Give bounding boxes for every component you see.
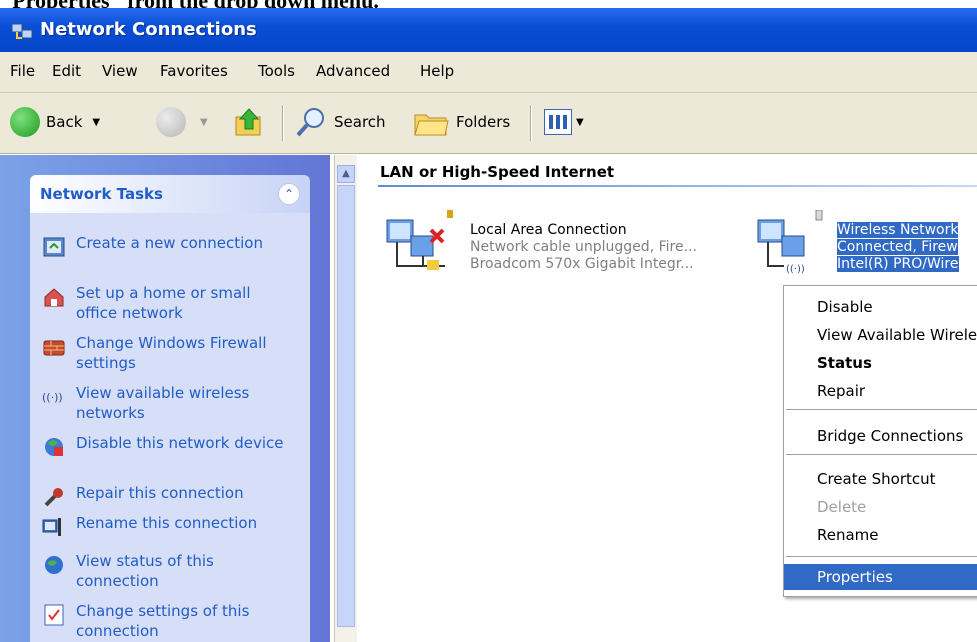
menu-item-disable[interactable]: Disable	[784, 294, 977, 320]
menu-item-delete: Delete	[817, 498, 867, 516]
collapse-chevron-icon[interactable]: ⌃	[278, 183, 300, 205]
task-setup-home-network[interactable]: Set up a home or small office network	[42, 283, 286, 323]
repair-icon	[44, 488, 63, 507]
menu-item-repair[interactable]: Repair	[784, 378, 977, 404]
menu-item-status[interactable]: Status	[784, 350, 977, 376]
task-view-status[interactable]: View status of this connection	[42, 551, 286, 591]
svg-text:((·)): ((·))	[42, 391, 63, 404]
new-connection-icon	[43, 237, 65, 257]
menu-item-view-available-wireless[interactable]: View Available Wirele	[784, 322, 977, 348]
menu-bar: File Edit View Favorites Tools Advanced …	[0, 52, 977, 93]
menu-edit[interactable]: Edit	[52, 62, 81, 80]
svg-text:((·)): ((·))	[786, 264, 805, 275]
up-folder-icon	[235, 108, 261, 136]
task-repair-connection[interactable]: Repair this connection	[42, 483, 286, 509]
task-change-settings[interactable]: Change settings of this connection	[42, 601, 286, 641]
disable-device-icon	[45, 438, 63, 456]
folders-button[interactable]: Folders	[412, 105, 510, 139]
context-menu: Disable View Available Wirele Status Rep…	[783, 285, 977, 597]
views-button[interactable]: ▼	[544, 105, 584, 139]
wireless-icon: ((·))	[42, 391, 63, 404]
views-dropdown-icon[interactable]: ▼	[576, 117, 584, 128]
network-tasks-header[interactable]: Network Tasks ⌃	[30, 175, 310, 213]
menu-tools[interactable]: Tools	[258, 62, 295, 80]
menu-item-create-shortcut[interactable]: Create Shortcut	[784, 466, 977, 492]
back-dropdown-icon[interactable]: ▼	[92, 117, 100, 128]
network-connections-icon	[11, 23, 33, 39]
left-task-pane: Network Tasks ⌃ Create a new connection …	[0, 155, 330, 642]
firewall-icon	[43, 340, 65, 356]
title-bar: Network Connections	[0, 8, 977, 52]
up-folder-button[interactable]	[232, 105, 266, 139]
back-button[interactable]: Back ▼	[10, 105, 100, 139]
search-button[interactable]: Search	[294, 105, 386, 139]
toolbar: Back ▼ ▼ Search Folders ▼	[0, 93, 977, 154]
menu-item-properties[interactable]: Properties	[784, 564, 977, 590]
task-change-firewall[interactable]: Change Windows Firewall settings	[42, 333, 286, 373]
scroll-thumb[interactable]	[337, 185, 355, 627]
network-tasks-title: Network Tasks	[40, 185, 163, 203]
status-icon	[45, 556, 63, 574]
menu-file[interactable]: File	[10, 62, 35, 80]
menu-help[interactable]: Help	[420, 62, 454, 80]
menu-advanced[interactable]: Advanced	[316, 62, 390, 80]
search-icon	[296, 108, 324, 137]
task-rename-connection[interactable]: Rename this connection	[42, 513, 286, 539]
network-tasks-panel: Create a new connection Set up a home or…	[30, 213, 310, 642]
vertical-scrollbar[interactable]: ▲	[334, 155, 357, 642]
group-header: LAN or High-Speed Internet	[380, 163, 615, 181]
menu-item-rename[interactable]: Rename	[784, 522, 977, 548]
settings-icon	[44, 604, 64, 626]
task-disable-device[interactable]: Disable this network device	[42, 433, 286, 459]
caption: "Properties" from the drop down menu.	[0, 0, 379, 13]
back-arrow-icon	[10, 107, 40, 137]
forward-dropdown-icon[interactable]: ▼	[200, 117, 208, 128]
menu-item-bridge-connections[interactable]: Bridge Connections	[784, 423, 977, 449]
forward-button[interactable]: ▼	[156, 105, 208, 139]
local-area-connection-label[interactable]: Local Area Connection Network cable unpl…	[470, 222, 697, 273]
scroll-up-icon[interactable]: ▲	[337, 165, 355, 183]
views-icon	[544, 109, 572, 135]
folders-icon	[414, 114, 449, 136]
menu-view[interactable]: View	[102, 62, 138, 80]
forward-arrow-icon	[156, 107, 186, 137]
rename-icon	[42, 518, 61, 536]
menu-favorites[interactable]: Favorites	[160, 62, 228, 80]
task-view-wireless[interactable]: ((·)) View available wireless networks	[42, 383, 286, 423]
wireless-network-label[interactable]: Wireless Network Connected, Firew Intel(…	[837, 222, 959, 273]
task-create-new-connection[interactable]: Create a new connection	[42, 233, 286, 259]
wireless-network-icon[interactable]: ((·))	[754, 210, 824, 280]
window-title: Network Connections	[40, 19, 257, 40]
local-area-connection-icon[interactable]	[383, 210, 453, 280]
home-network-icon	[44, 288, 64, 307]
